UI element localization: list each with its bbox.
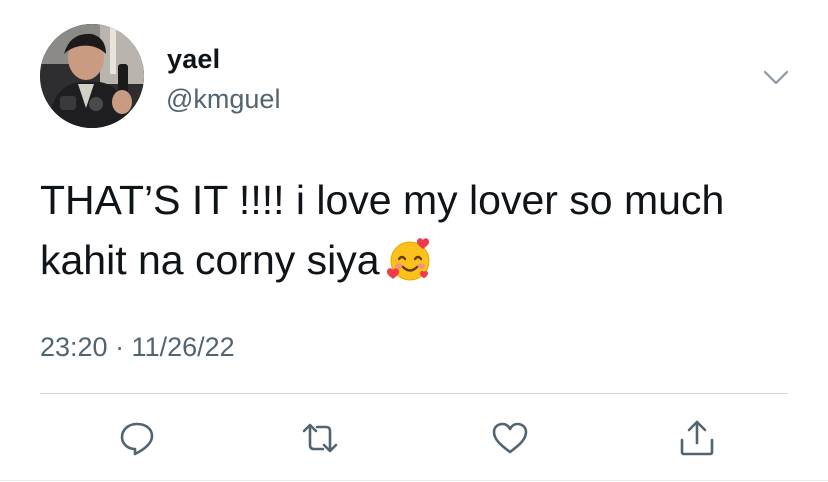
tweet-text-segment: kahit na corny siya <box>40 237 380 283</box>
username-handle[interactable]: @kmguel <box>166 84 280 115</box>
like-icon[interactable] <box>490 418 530 458</box>
divider <box>0 480 828 481</box>
avatar[interactable] <box>40 24 144 128</box>
divider <box>40 393 788 394</box>
tweet-timestamp[interactable]: 23:20 · 11/26/22 <box>40 332 235 363</box>
tweet-text-line: kahit na corny siya <box>40 230 800 290</box>
tweet-card: yael @kmguel THAT’S IT !!!! i love my lo… <box>0 0 828 482</box>
smiling-face-with-hearts-icon <box>386 236 434 284</box>
chevron-down-icon[interactable] <box>760 64 792 92</box>
tweet-text-line: THAT’S IT !!!! i love my lover so much <box>40 177 725 223</box>
retweet-icon[interactable] <box>300 418 340 458</box>
share-icon[interactable] <box>677 418 717 458</box>
reply-icon[interactable] <box>117 418 157 458</box>
display-name[interactable]: yael <box>167 44 220 75</box>
tweet-text: THAT’S IT !!!! i love my lover so much k… <box>40 170 800 290</box>
